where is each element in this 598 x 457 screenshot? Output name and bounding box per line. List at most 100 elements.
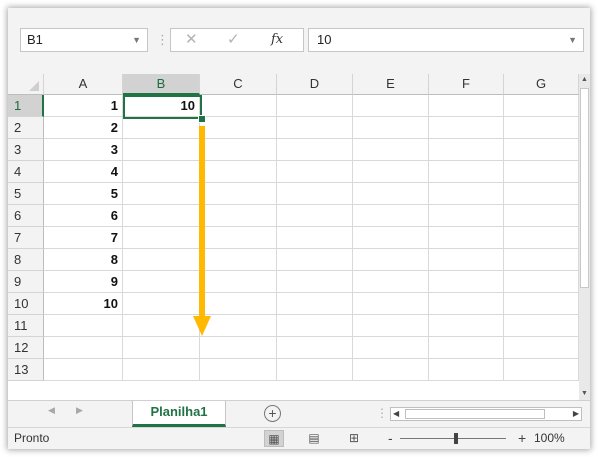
cell-c3[interactable] xyxy=(200,139,277,161)
column-header-c[interactable]: C xyxy=(200,74,277,95)
cell-c8[interactable] xyxy=(200,249,277,271)
cell-d13[interactable] xyxy=(277,359,353,381)
cell-a5[interactable]: 5 xyxy=(44,183,123,205)
cell-b7[interactable] xyxy=(123,227,200,249)
sheet-tab-planilha1[interactable]: Planilha1 xyxy=(132,401,226,427)
cell-b5[interactable] xyxy=(123,183,200,205)
cell-f10[interactable] xyxy=(429,293,504,315)
cell-g11[interactable] xyxy=(504,315,579,337)
zoom-slider-track[interactable] xyxy=(400,438,506,439)
row-header-10[interactable]: 10 xyxy=(8,293,44,315)
cell-f5[interactable] xyxy=(429,183,504,205)
cell-e7[interactable] xyxy=(353,227,429,249)
cell-a1[interactable]: 1 xyxy=(44,95,123,117)
row-header-9[interactable]: 9 xyxy=(8,271,44,293)
cell-d9[interactable] xyxy=(277,271,353,293)
cell-b3[interactable] xyxy=(123,139,200,161)
normal-view-icon[interactable]: ▦ xyxy=(264,430,284,447)
cell-g12[interactable] xyxy=(504,337,579,359)
cell-b10[interactable] xyxy=(123,293,200,315)
cell-f12[interactable] xyxy=(429,337,504,359)
cell-a2[interactable]: 2 xyxy=(44,117,123,139)
column-header-b[interactable]: B xyxy=(123,74,200,95)
cell-e6[interactable] xyxy=(353,205,429,227)
cell-e2[interactable] xyxy=(353,117,429,139)
cell-a7[interactable]: 7 xyxy=(44,227,123,249)
cell-a8[interactable]: 8 xyxy=(44,249,123,271)
cell-f4[interactable] xyxy=(429,161,504,183)
cell-c1[interactable] xyxy=(200,95,277,117)
scroll-left-icon[interactable]: ◀ xyxy=(393,408,399,420)
chevron-down-icon[interactable]: ▼ xyxy=(568,29,577,51)
cell-b6[interactable] xyxy=(123,205,200,227)
cell-b11[interactable] xyxy=(123,315,200,337)
cell-a13[interactable] xyxy=(44,359,123,381)
cell-e12[interactable] xyxy=(353,337,429,359)
column-header-d[interactable]: D xyxy=(277,74,353,95)
cell-d11[interactable] xyxy=(277,315,353,337)
column-header-a[interactable]: A xyxy=(44,74,123,95)
cell-g6[interactable] xyxy=(504,205,579,227)
cell-e3[interactable] xyxy=(353,139,429,161)
enter-icon[interactable]: ✓ xyxy=(227,29,240,51)
select-all-button[interactable] xyxy=(8,74,44,95)
cell-c6[interactable] xyxy=(200,205,277,227)
row-header-2[interactable]: 2 xyxy=(8,117,44,139)
cell-g9[interactable] xyxy=(504,271,579,293)
row-header-3[interactable]: 3 xyxy=(8,139,44,161)
cell-d4[interactable] xyxy=(277,161,353,183)
cell-a10[interactable]: 10 xyxy=(44,293,123,315)
zoom-out-button[interactable]: - xyxy=(388,428,393,448)
cell-b4[interactable] xyxy=(123,161,200,183)
cell-a11[interactable] xyxy=(44,315,123,337)
cell-e13[interactable] xyxy=(353,359,429,381)
cell-c4[interactable] xyxy=(200,161,277,183)
page-break-view-icon[interactable]: ⊞ xyxy=(344,430,364,447)
cell-g7[interactable] xyxy=(504,227,579,249)
cell-e10[interactable] xyxy=(353,293,429,315)
cell-e8[interactable] xyxy=(353,249,429,271)
cell-e9[interactable] xyxy=(353,271,429,293)
cell-f11[interactable] xyxy=(429,315,504,337)
drag-handle-icon[interactable]: ⋮ xyxy=(376,406,388,420)
zoom-slider-thumb[interactable] xyxy=(454,433,458,444)
cell-f9[interactable] xyxy=(429,271,504,293)
cell-b8[interactable] xyxy=(123,249,200,271)
row-header-5[interactable]: 5 xyxy=(8,183,44,205)
insert-function-icon[interactable]: fx xyxy=(271,29,283,51)
cell-d12[interactable] xyxy=(277,337,353,359)
drag-handle-icon[interactable]: ⋮ xyxy=(156,28,169,52)
cell-d8[interactable] xyxy=(277,249,353,271)
cell-g3[interactable] xyxy=(504,139,579,161)
cell-e4[interactable] xyxy=(353,161,429,183)
cell-d6[interactable] xyxy=(277,205,353,227)
row-header-8[interactable]: 8 xyxy=(8,249,44,271)
cell-g4[interactable] xyxy=(504,161,579,183)
cell-a9[interactable]: 9 xyxy=(44,271,123,293)
previous-sheet-icon[interactable]: ◀ xyxy=(48,405,55,416)
row-header-6[interactable]: 6 xyxy=(8,205,44,227)
scroll-down-icon[interactable]: ▼ xyxy=(579,388,590,400)
cell-d2[interactable] xyxy=(277,117,353,139)
cell-c5[interactable] xyxy=(200,183,277,205)
page-layout-view-icon[interactable]: ▤ xyxy=(304,430,324,447)
cell-d7[interactable] xyxy=(277,227,353,249)
cell-b9[interactable] xyxy=(123,271,200,293)
column-header-g[interactable]: G xyxy=(504,74,579,95)
cell-a4[interactable]: 4 xyxy=(44,161,123,183)
zoom-in-button[interactable]: + xyxy=(518,428,526,448)
cell-c12[interactable] xyxy=(200,337,277,359)
cell-g5[interactable] xyxy=(504,183,579,205)
cancel-icon[interactable]: ✕ xyxy=(185,29,198,51)
cell-a3[interactable]: 3 xyxy=(44,139,123,161)
column-header-f[interactable]: F xyxy=(429,74,504,95)
cell-g2[interactable] xyxy=(504,117,579,139)
column-header-e[interactable]: E xyxy=(353,74,429,95)
cell-c13[interactable] xyxy=(200,359,277,381)
fill-handle[interactable] xyxy=(198,115,206,123)
chevron-down-icon[interactable]: ▼ xyxy=(132,29,141,51)
row-header-12[interactable]: 12 xyxy=(8,337,44,359)
horizontal-scrollbar[interactable]: ◀ ▶ xyxy=(390,407,582,421)
cell-g13[interactable] xyxy=(504,359,579,381)
row-header-11[interactable]: 11 xyxy=(8,315,44,337)
